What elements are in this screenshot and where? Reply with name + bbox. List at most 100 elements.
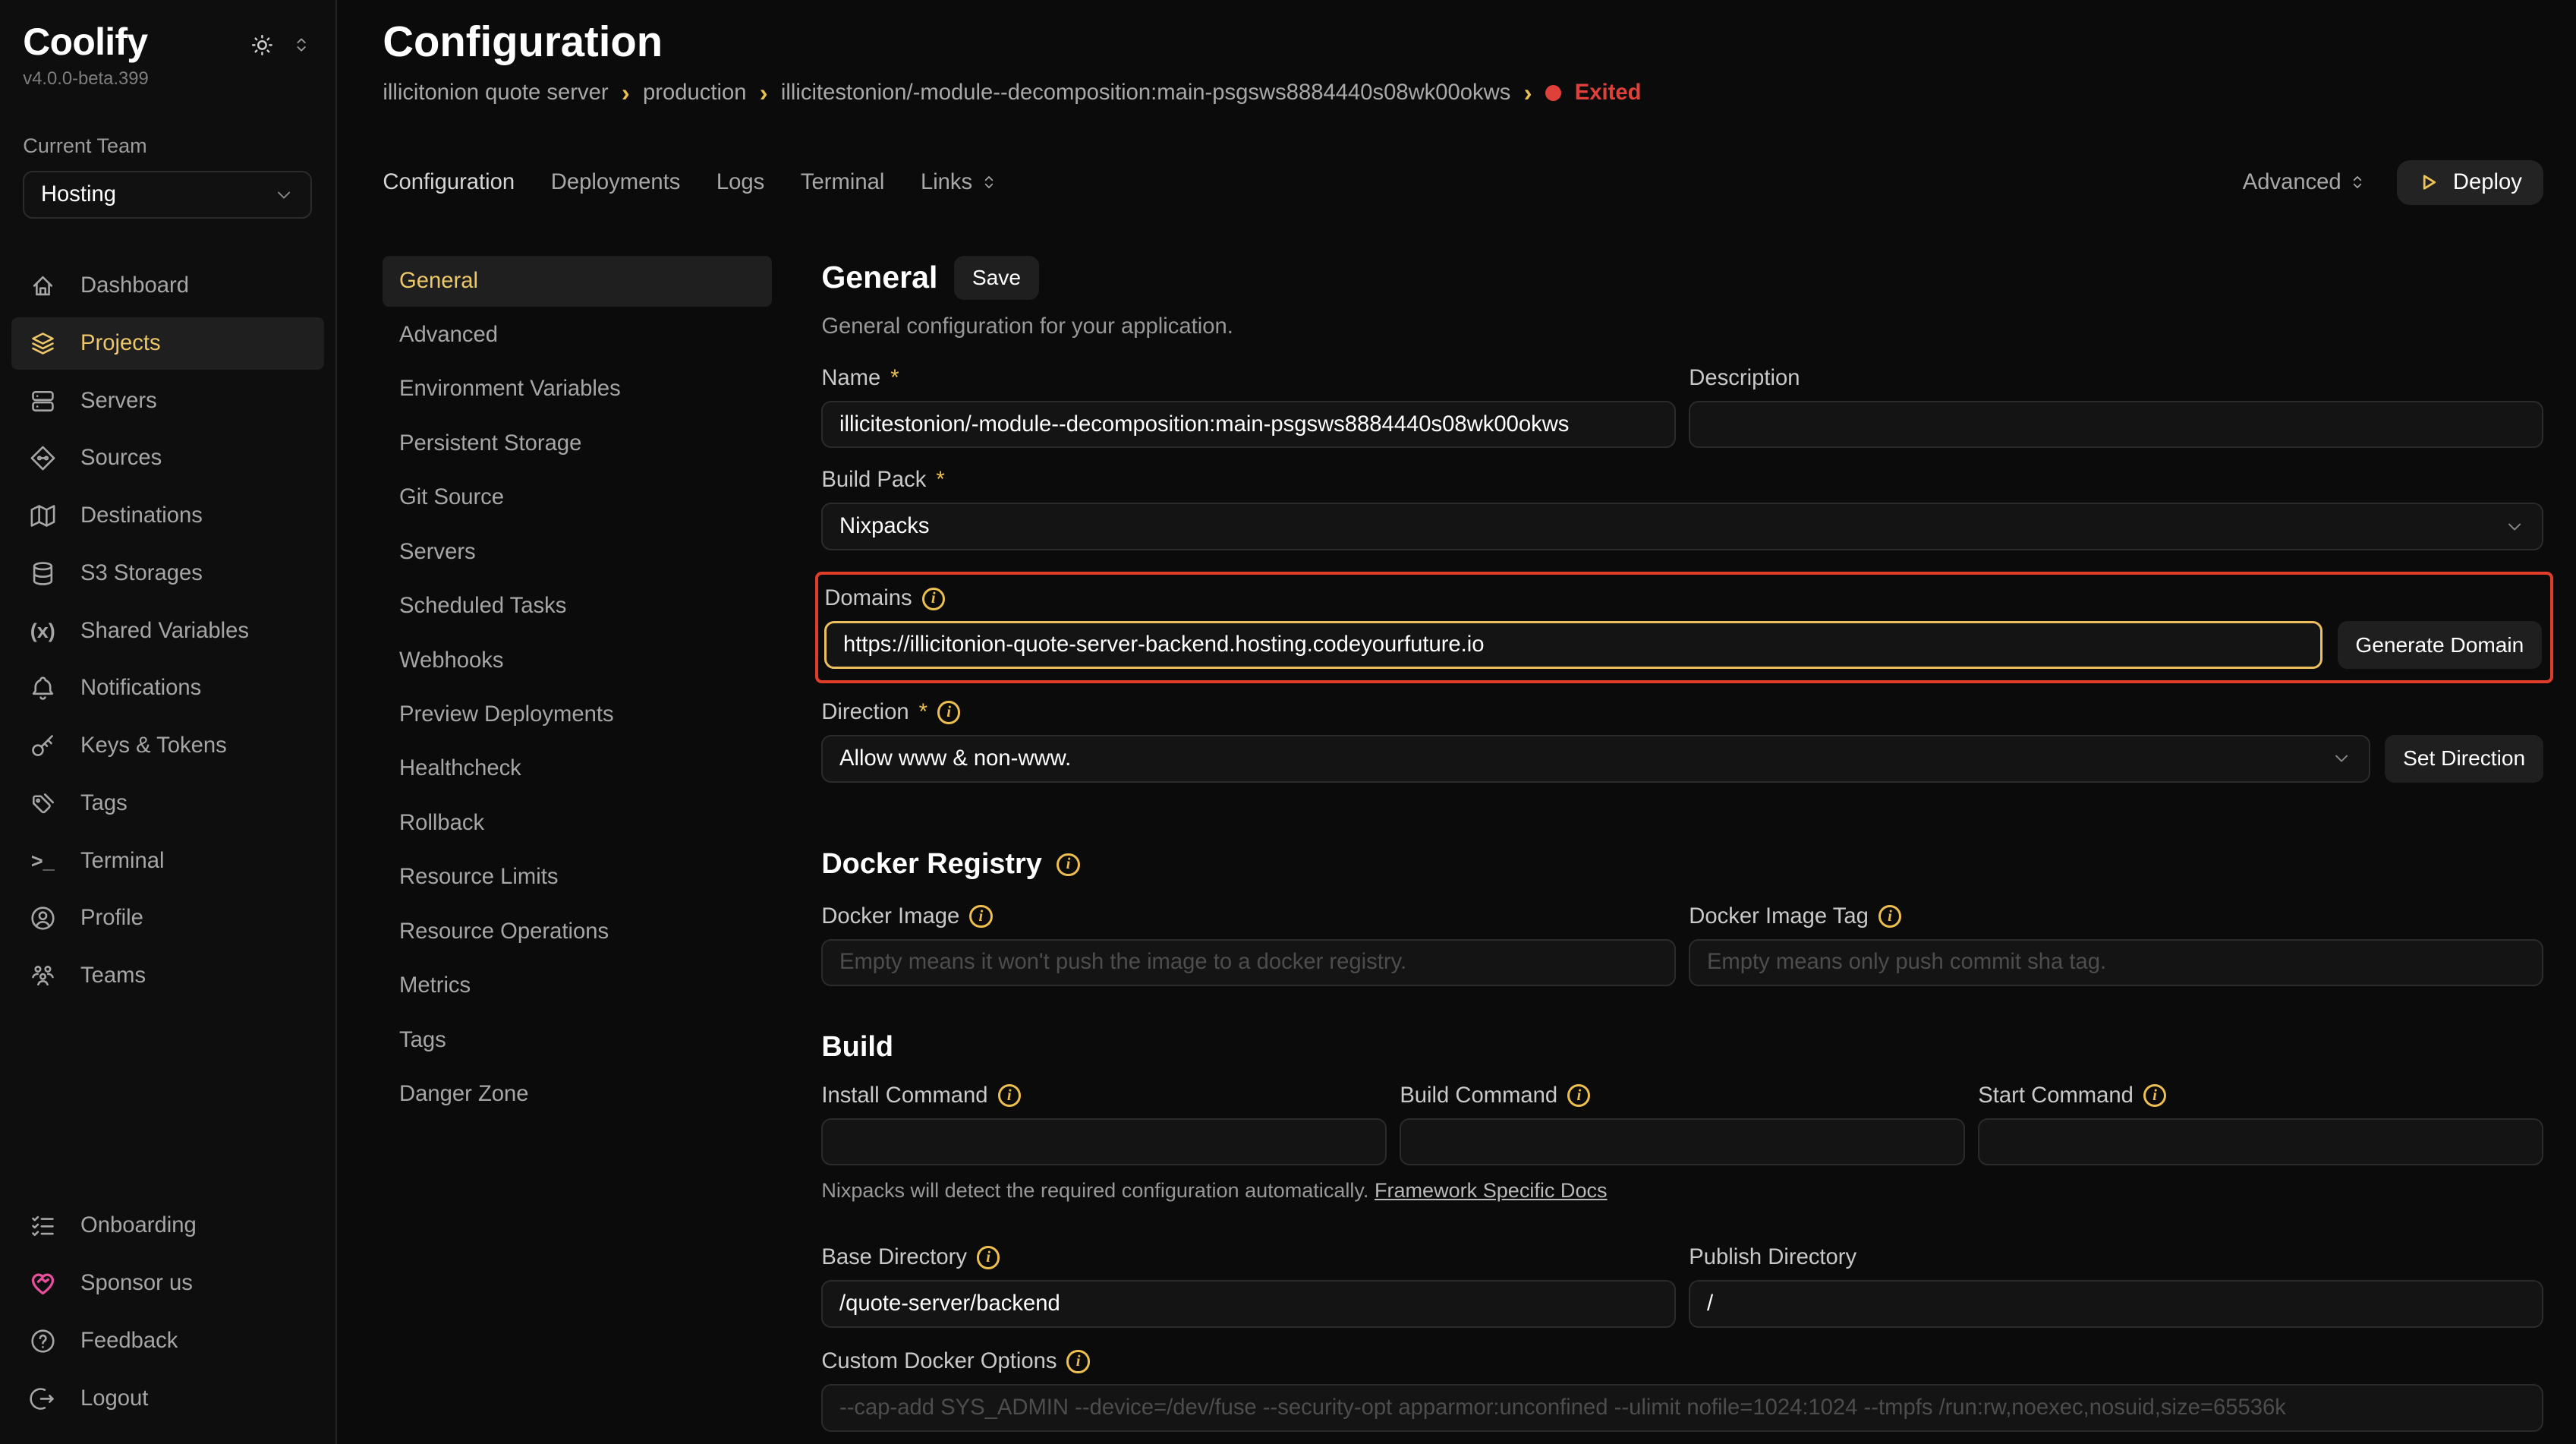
info-icon[interactable]: i — [969, 905, 992, 928]
generate-domain-button[interactable]: Generate Domain — [2338, 621, 2543, 669]
subnav-item-tags[interactable]: Tags — [383, 1015, 772, 1066]
subnav-item-advanced[interactable]: Advanced — [383, 310, 772, 361]
chevron-right-icon: › — [1524, 80, 1532, 105]
info-icon[interactable]: i — [922, 588, 945, 610]
start-command-input[interactable] — [1978, 1118, 2543, 1166]
sidebar-item-sources[interactable]: Sources — [11, 432, 323, 484]
sidebar-item-terminal[interactable]: >_ Terminal — [11, 835, 323, 888]
base-directory-input[interactable] — [821, 1280, 1676, 1328]
domains-highlight-box: Domains i Generate Domain — [815, 572, 2553, 683]
sidebar-item-tags[interactable]: Tags — [11, 777, 323, 830]
info-icon[interactable]: i — [998, 1084, 1021, 1107]
sidebar-item-logout[interactable]: Logout — [11, 1373, 323, 1425]
save-button[interactable]: Save — [954, 256, 1039, 300]
checklist-icon — [27, 1211, 59, 1241]
framework-docs-link[interactable]: Framework Specific Docs — [1375, 1179, 1608, 1202]
domains-input[interactable] — [824, 621, 2322, 669]
subnav-item-preview-deployments[interactable]: Preview Deployments — [383, 689, 772, 740]
sidebar: Coolify v4.0.0-beta.399 Current Team Hos… — [0, 0, 337, 1444]
sidebar-item-s3-storages[interactable]: S3 Storages — [11, 547, 323, 600]
custom-docker-options-input[interactable] — [821, 1384, 2543, 1432]
sidebar-item-projects[interactable]: Projects — [11, 317, 323, 370]
sidebar-item-keys-tokens[interactable]: Keys & Tokens — [11, 720, 323, 772]
description-input[interactable] — [1689, 401, 2543, 449]
subnav-item-environment-variables[interactable]: Environment Variables — [383, 364, 772, 415]
base-directory-label: Base Directory — [821, 1245, 967, 1270]
sidebar-item-servers[interactable]: Servers — [11, 375, 323, 427]
sidebar-item-label: S3 Storages — [80, 561, 203, 586]
subnav-item-git-source[interactable]: Git Source — [383, 472, 772, 523]
app-version: v4.0.0-beta.399 — [0, 64, 335, 90]
install-command-input[interactable] — [821, 1118, 1387, 1166]
docker-image-input[interactable] — [821, 939, 1676, 987]
info-icon[interactable]: i — [1066, 1350, 1089, 1373]
sidebar-item-label: Logout — [80, 1386, 148, 1411]
tab-configuration[interactable]: Configuration — [383, 170, 515, 195]
subnav-item-danger-zone[interactable]: Danger Zone — [383, 1069, 772, 1120]
breadcrumb-project[interactable]: illicitonion quote server — [383, 80, 608, 106]
coolify-app: Coolify v4.0.0-beta.399 Current Team Hos… — [0, 0, 2576, 1444]
chevron-down-icon — [2331, 748, 2352, 769]
docker-image-tag-input[interactable] — [1689, 939, 2543, 987]
subnav-item-resource-limits[interactable]: Resource Limits — [383, 852, 772, 903]
play-icon — [2418, 172, 2439, 193]
sidebar-item-destinations[interactable]: Destinations — [11, 490, 323, 542]
build-pack-select[interactable]: Nixpacks — [821, 503, 2543, 550]
team-select[interactable]: Hosting — [23, 171, 312, 219]
config-subnav: General Advanced Environment Variables P… — [383, 256, 772, 1444]
tab-deployments[interactable]: Deployments — [551, 170, 681, 195]
theme-sun-icon[interactable] — [248, 31, 276, 59]
direction-select[interactable]: Allow www & non-www. — [821, 735, 2370, 783]
info-icon[interactable]: i — [1878, 905, 1901, 928]
subnav-item-general[interactable]: General — [383, 256, 772, 307]
sidebar-item-feedback[interactable]: Feedback — [11, 1315, 323, 1367]
subnav-item-webhooks[interactable]: Webhooks — [383, 635, 772, 686]
bell-icon — [27, 673, 59, 703]
sidebar-item-profile[interactable]: Profile — [11, 892, 323, 944]
sidebar-item-sponsor-us[interactable]: Sponsor us — [11, 1257, 323, 1310]
deploy-button[interactable]: Deploy — [2397, 160, 2543, 205]
chevron-right-icon: › — [760, 80, 768, 105]
subnav-item-resource-operations[interactable]: Resource Operations — [383, 906, 772, 957]
sidebar-item-label: Feedback — [80, 1329, 178, 1354]
tab-links[interactable]: Links — [921, 170, 999, 195]
main-area: Configuration illicitonion quote server … — [337, 0, 2576, 1444]
publish-directory-label: Publish Directory — [1689, 1245, 1856, 1270]
theme-selector-icon[interactable] — [291, 34, 312, 55]
help-circle-icon — [27, 1326, 59, 1356]
subnav-item-metrics[interactable]: Metrics — [383, 960, 772, 1011]
set-direction-button[interactable]: Set Direction — [2385, 735, 2543, 783]
info-icon[interactable]: i — [2143, 1084, 2166, 1107]
build-command-input[interactable] — [1400, 1118, 1965, 1166]
subnav-item-servers[interactable]: Servers — [383, 527, 772, 578]
layers-icon — [27, 329, 59, 358]
tab-logs[interactable]: Logs — [716, 170, 764, 195]
sidebar-item-notifications[interactable]: Notifications — [11, 662, 323, 714]
sidebar-item-dashboard[interactable]: Dashboard — [11, 260, 323, 312]
info-icon[interactable]: i — [1567, 1084, 1590, 1107]
publish-directory-input[interactable] — [1689, 1280, 2543, 1328]
sidebar-item-label: Tags — [80, 791, 128, 816]
subnav-item-scheduled-tasks[interactable]: Scheduled Tasks — [383, 581, 772, 632]
breadcrumb-environment[interactable]: production — [643, 80, 746, 106]
breadcrumb-application[interactable]: illicitestonion/-module--decomposition:m… — [781, 80, 1510, 106]
tab-terminal[interactable]: Terminal — [801, 170, 884, 195]
section-heading-build: Build — [821, 1031, 893, 1064]
sidebar-item-teams[interactable]: Teams — [11, 950, 323, 1002]
sidebar-item-shared-variables[interactable]: (x) Shared Variables — [11, 605, 323, 657]
advanced-dropdown[interactable]: Advanced — [2243, 170, 2368, 195]
sidebar-item-onboarding[interactable]: Onboarding — [11, 1200, 323, 1252]
subnav-item-healthcheck[interactable]: Healthcheck — [383, 743, 772, 794]
home-icon — [27, 271, 59, 301]
description-label: Description — [1689, 366, 1800, 391]
name-input[interactable] — [821, 401, 1676, 449]
sidebar-item-label: Sponsor us — [80, 1271, 193, 1296]
info-icon[interactable]: i — [1057, 853, 1079, 876]
info-icon[interactable]: i — [937, 701, 960, 724]
general-form: General Save General configuration for y… — [821, 256, 2543, 1444]
terminal-icon: >_ — [27, 850, 59, 873]
info-icon[interactable]: i — [977, 1246, 1000, 1269]
subnav-item-rollback[interactable]: Rollback — [383, 798, 772, 849]
logout-icon — [27, 1384, 59, 1414]
subnav-item-persistent-storage[interactable]: Persistent Storage — [383, 418, 772, 469]
